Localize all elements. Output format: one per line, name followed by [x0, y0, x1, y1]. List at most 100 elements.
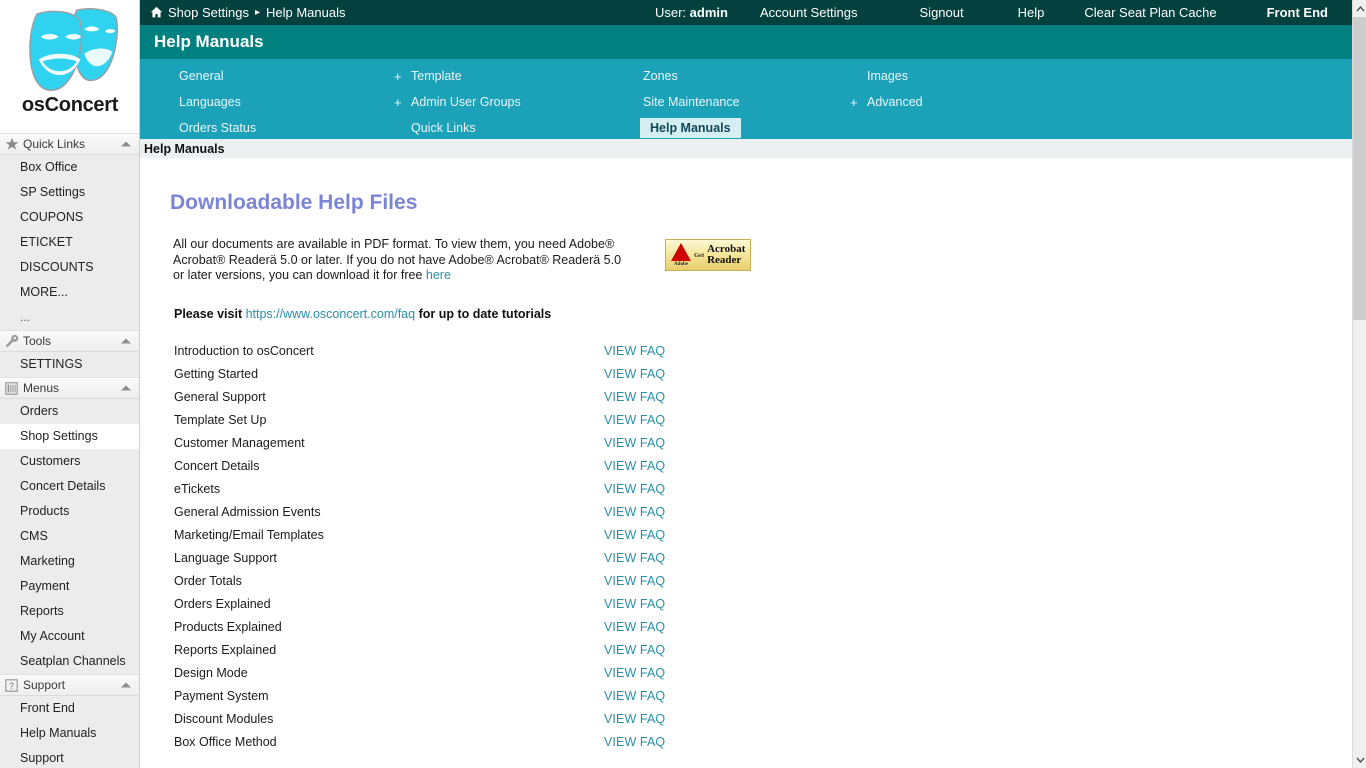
nav-link-admin-user-groups[interactable]: Admin User Groups — [408, 93, 524, 111]
expand-plus-icon[interactable]: + — [850, 95, 862, 110]
help-file-title: Introduction to osConcert — [174, 344, 604, 358]
sidebar-section-title: Support — [23, 678, 65, 692]
view-faq-link[interactable]: VIEW FAQ — [604, 689, 665, 703]
user-name: admin — [690, 5, 728, 20]
view-faq-link[interactable]: VIEW FAQ — [604, 367, 665, 381]
sidebar-item-concert-details[interactable]: Concert Details — [0, 474, 139, 499]
sidebar-item-coupons[interactable]: COUPONS — [0, 205, 139, 230]
nav-cell-languages: +Languages — [162, 89, 394, 115]
sidebar-item-eticket[interactable]: ETICKET — [0, 230, 139, 255]
sidebar-item-shop-settings[interactable]: Shop Settings — [0, 424, 139, 449]
account-settings-link[interactable]: Account Settings — [760, 5, 858, 20]
nav-link-zones[interactable]: Zones — [640, 67, 681, 85]
top-bar: Shop Settings ▸ Help Manuals User: admin… — [140, 0, 1352, 25]
sidebar-item-front-end[interactable]: Front End — [0, 696, 139, 721]
list-icon — [4, 381, 19, 396]
sidebar-item-discounts[interactable]: DISCOUNTS — [0, 255, 139, 280]
sidebar-item-support[interactable]: Support — [0, 746, 139, 768]
nav-link-site-maintenance[interactable]: Site Maintenance — [640, 93, 743, 111]
sub-breadcrumb-bar: Help Manuals — [140, 139, 1352, 159]
front-end-link[interactable]: Front End — [1267, 5, 1328, 20]
nav-link-advanced[interactable]: Advanced — [864, 93, 926, 111]
sidebar-item-marketing[interactable]: Marketing — [0, 549, 139, 574]
sidebar-section-header-quick-links[interactable]: Quick Links — [0, 133, 139, 155]
nav-link-template[interactable]: Template — [408, 67, 465, 85]
top-bar-actions: User: admin Account Settings Signout Hel… — [641, 5, 1352, 20]
sidebar-item-seatplan-channels[interactable]: Seatplan Channels — [0, 649, 139, 674]
caret-up-icon[interactable] — [121, 386, 131, 391]
view-faq-link[interactable]: VIEW FAQ — [604, 459, 665, 473]
brand-logo[interactable]: osConcert — [0, 0, 140, 133]
help-file-row: Introduction to osConcertVIEW FAQ — [140, 340, 1352, 363]
sidebar-item-more[interactable]: MORE... — [0, 280, 139, 305]
acrobat-download-link[interactable]: here — [426, 268, 451, 282]
view-faq-link[interactable]: VIEW FAQ — [604, 551, 665, 565]
clear-seat-plan-cache-link[interactable]: Clear Seat Plan Cache — [1084, 5, 1216, 20]
sidebar-item-help-manuals[interactable]: Help Manuals — [0, 721, 139, 746]
caret-up-icon[interactable] — [121, 142, 131, 147]
sidebar-item-settings[interactable]: SETTINGS — [0, 352, 139, 377]
nav-link-help-manuals[interactable]: Help Manuals — [640, 118, 741, 138]
sidebar-item-orders[interactable]: Orders — [0, 399, 139, 424]
view-faq-link[interactable]: VIEW FAQ — [604, 436, 665, 450]
scroll-up-button[interactable] — [1353, 0, 1366, 17]
view-faq-link[interactable]: VIEW FAQ — [604, 574, 665, 588]
visit-prefix: Please visit — [174, 307, 246, 321]
section-nav: +General+Template+Zones+Images+Languages… — [140, 59, 1352, 139]
view-faq-link[interactable]: VIEW FAQ — [604, 643, 665, 657]
help-link[interactable]: Help — [1018, 5, 1045, 20]
expand-plus-icon[interactable]: + — [394, 69, 406, 84]
view-faq-link[interactable]: VIEW FAQ — [604, 620, 665, 634]
get-acrobat-reader-badge[interactable]: Adobe Get Acrobat Reader — [665, 239, 751, 271]
view-faq-link[interactable]: VIEW FAQ — [604, 735, 665, 749]
sidebar-item-box-office[interactable]: Box Office — [0, 155, 139, 180]
nav-link-images[interactable]: Images — [864, 67, 911, 85]
help-files-list: Introduction to osConcertVIEW FAQGetting… — [140, 340, 1352, 754]
caret-up-icon[interactable] — [121, 683, 131, 688]
breadcrumb-item-help-manuals[interactable]: Help Manuals — [266, 5, 346, 20]
page-scrollbar[interactable] — [1352, 0, 1366, 768]
nav-link-quick-links[interactable]: Quick Links — [408, 119, 479, 137]
sidebar-section-header-support[interactable]: ?Support — [0, 674, 139, 696]
sidebar-item-reports[interactable]: Reports — [0, 599, 139, 624]
sidebar-item-my-account[interactable]: My Account — [0, 624, 139, 649]
breadcrumb-item-shop-settings[interactable]: Shop Settings — [168, 5, 249, 20]
sidebar-section-title: Menus — [23, 381, 59, 395]
account-settings-link-cell: Account Settings — [746, 5, 872, 20]
scrollbar-track[interactable] — [1353, 320, 1366, 751]
view-faq-link[interactable]: VIEW FAQ — [604, 390, 665, 404]
view-faq-link[interactable]: VIEW FAQ — [604, 528, 665, 542]
sidebar-item-customers[interactable]: Customers — [0, 449, 139, 474]
help-file-row: Reports ExplainedVIEW FAQ — [140, 639, 1352, 662]
nav-link-orders-status[interactable]: Orders Status — [176, 119, 259, 137]
sidebar-item-[interactable]: ... — [0, 305, 139, 330]
view-faq-link[interactable]: VIEW FAQ — [604, 344, 665, 358]
scrollbar-thumb[interactable] — [1353, 17, 1366, 320]
nav-link-general[interactable]: General — [176, 67, 226, 85]
help-file-row: eTicketsVIEW FAQ — [140, 478, 1352, 501]
view-faq-link[interactable]: VIEW FAQ — [604, 666, 665, 680]
sidebar-section-header-menus[interactable]: Menus — [0, 377, 139, 399]
faq-url-link[interactable]: https://www.osconcert.com/faq — [246, 307, 416, 321]
view-faq-link[interactable]: VIEW FAQ — [604, 505, 665, 519]
intro-paragraph: All our documents are available in PDF f… — [173, 237, 623, 284]
view-faq-link[interactable]: VIEW FAQ — [604, 413, 665, 427]
scroll-down-button[interactable] — [1353, 751, 1366, 768]
sidebar-item-cms[interactable]: CMS — [0, 524, 139, 549]
signout-link[interactable]: Signout — [920, 5, 964, 20]
view-faq-link[interactable]: VIEW FAQ — [604, 482, 665, 496]
nav-cell-site-maintenance: +Site Maintenance — [626, 89, 850, 115]
view-faq-link[interactable]: VIEW FAQ — [604, 712, 665, 726]
help-file-row: Payment SystemVIEW FAQ — [140, 685, 1352, 708]
expand-plus-icon[interactable]: + — [394, 95, 406, 110]
help-file-title: Payment System — [174, 689, 604, 703]
sidebar-item-payment[interactable]: Payment — [0, 574, 139, 599]
sidebar-item-sp-settings[interactable]: SP Settings — [0, 180, 139, 205]
badge-reader-label: Reader — [707, 255, 745, 266]
sidebar-item-products[interactable]: Products — [0, 499, 139, 524]
sidebar-section-header-tools[interactable]: Tools — [0, 330, 139, 352]
page-title: Help Manuals — [154, 32, 264, 52]
nav-link-languages[interactable]: Languages — [176, 93, 244, 111]
caret-up-icon[interactable] — [121, 339, 131, 344]
view-faq-link[interactable]: VIEW FAQ — [604, 597, 665, 611]
